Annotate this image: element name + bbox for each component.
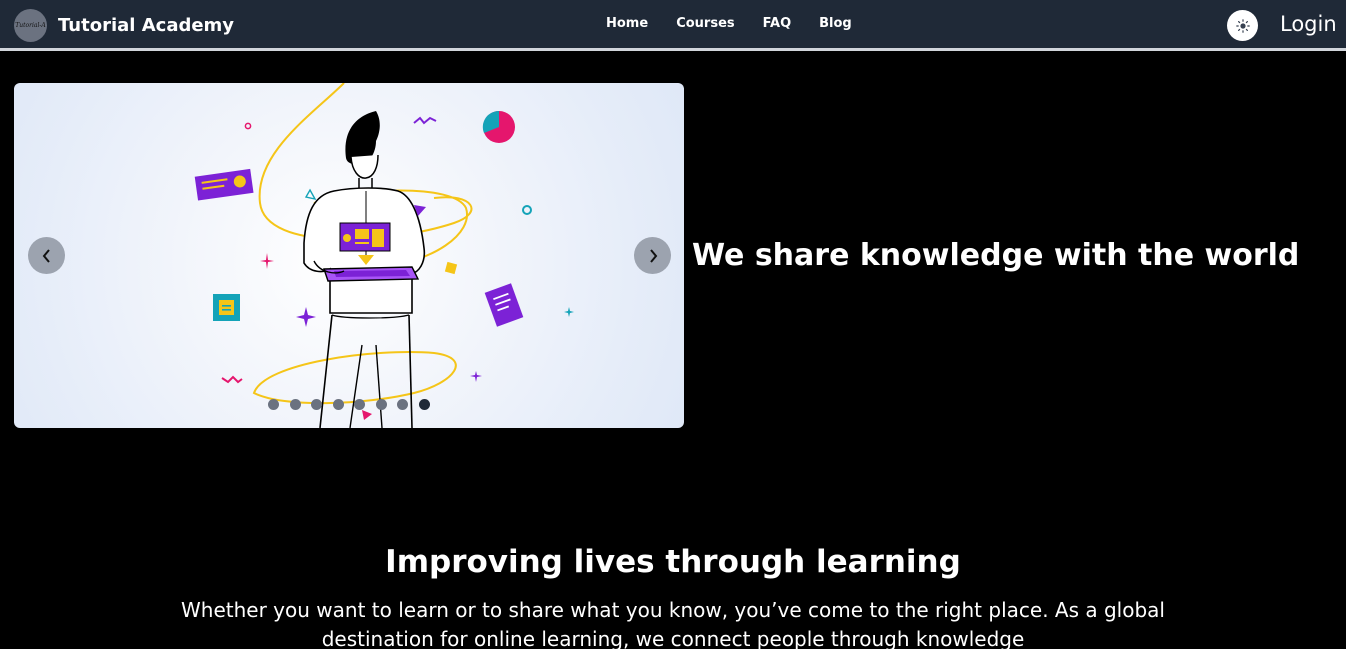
- nav-link-home[interactable]: Home: [606, 16, 648, 31]
- carousel-next-button[interactable]: [634, 237, 671, 274]
- carousel-dot[interactable]: [268, 399, 279, 410]
- login-link[interactable]: Login: [1280, 12, 1337, 36]
- nav-link-faq[interactable]: FAQ: [763, 16, 792, 31]
- nav-link-courses[interactable]: Courses: [676, 16, 734, 31]
- hero-heading: We share knowledge with the world: [692, 238, 1300, 273]
- theme-toggle-button[interactable]: [1227, 10, 1258, 41]
- carousel-dot[interactable]: [332, 399, 344, 410]
- section-text: Whether you want to learn or to share wh…: [181, 598, 1165, 649]
- brand-logo[interactable]: Tutorial-A: [14, 9, 47, 42]
- carousel-dot-active[interactable]: [418, 399, 430, 410]
- carousel-dot[interactable]: [397, 399, 408, 410]
- section-title: Improving lives through learning: [385, 544, 961, 580]
- carousel-dot[interactable]: [375, 399, 387, 410]
- hero-carousel: [14, 83, 684, 428]
- brand[interactable]: Tutorial-A Tutorial Academy: [14, 9, 234, 42]
- main-nav: Home Courses FAQ Blog: [592, 16, 866, 31]
- brand-name[interactable]: Tutorial Academy: [58, 15, 234, 36]
- navbar: Tutorial-A Tutorial Academy Home Courses…: [0, 0, 1346, 51]
- person-with-tablet-illustration: [194, 83, 574, 428]
- carousel-indicators: [268, 399, 440, 410]
- brand-logo-text: Tutorial-A: [15, 22, 46, 29]
- carousel-dot[interactable]: [289, 399, 301, 410]
- nav-link-blog[interactable]: Blog: [819, 16, 852, 31]
- chevron-left-icon: [42, 248, 50, 263]
- carousel-dot[interactable]: [311, 399, 322, 410]
- chevron-right-icon: [649, 248, 657, 263]
- sun-icon: [1235, 18, 1250, 33]
- carousel-dot[interactable]: [354, 399, 365, 410]
- carousel-prev-button[interactable]: [28, 237, 65, 274]
